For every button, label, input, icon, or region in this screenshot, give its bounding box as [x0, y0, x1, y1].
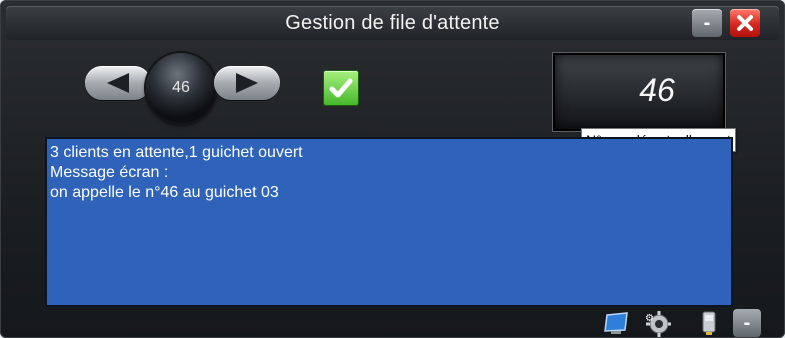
- confirm-button[interactable]: [323, 70, 359, 106]
- close-button[interactable]: [730, 9, 760, 37]
- message-line: on appelle le n°46 au guichet 03: [50, 184, 279, 201]
- screen-icon: [604, 312, 628, 334]
- message-line: 3 clients en attente,1 guichet ouvert: [50, 144, 303, 161]
- arrow-left-icon: [107, 73, 129, 93]
- current-number-dial[interactable]: 46: [146, 53, 216, 123]
- gear-mark: ⚙: [645, 313, 654, 324]
- current-number: 46: [172, 79, 190, 96]
- screen-button[interactable]: [602, 309, 630, 337]
- arrow-right-icon: [236, 73, 258, 93]
- check-icon: [329, 78, 353, 98]
- close-icon: [737, 15, 753, 31]
- screen-message-box[interactable]: 3 clients en attente,1 guichet ouvert Me…: [45, 137, 733, 307]
- settings-button[interactable]: ⚙: [643, 309, 671, 337]
- minimize-button[interactable]: -: [692, 9, 722, 37]
- window-title: Gestion de file d'attente: [285, 12, 500, 34]
- panel-minimize-button[interactable]: -: [733, 309, 761, 337]
- message-line: Message écran :: [50, 164, 169, 181]
- current-called-number: 46: [639, 71, 675, 108]
- device-button[interactable]: [694, 309, 722, 337]
- settings-icon: ⚙: [645, 311, 671, 337]
- queue-management-window: Gestion de file d'attente - 46 46 N° app…: [0, 0, 785, 338]
- next-number-button[interactable]: [214, 66, 280, 100]
- current-called-display: 46: [552, 52, 726, 132]
- device-icon: [702, 311, 716, 335]
- title-bar[interactable]: Gestion de file d'attente -: [6, 6, 779, 40]
- previous-number-button[interactable]: [85, 66, 151, 100]
